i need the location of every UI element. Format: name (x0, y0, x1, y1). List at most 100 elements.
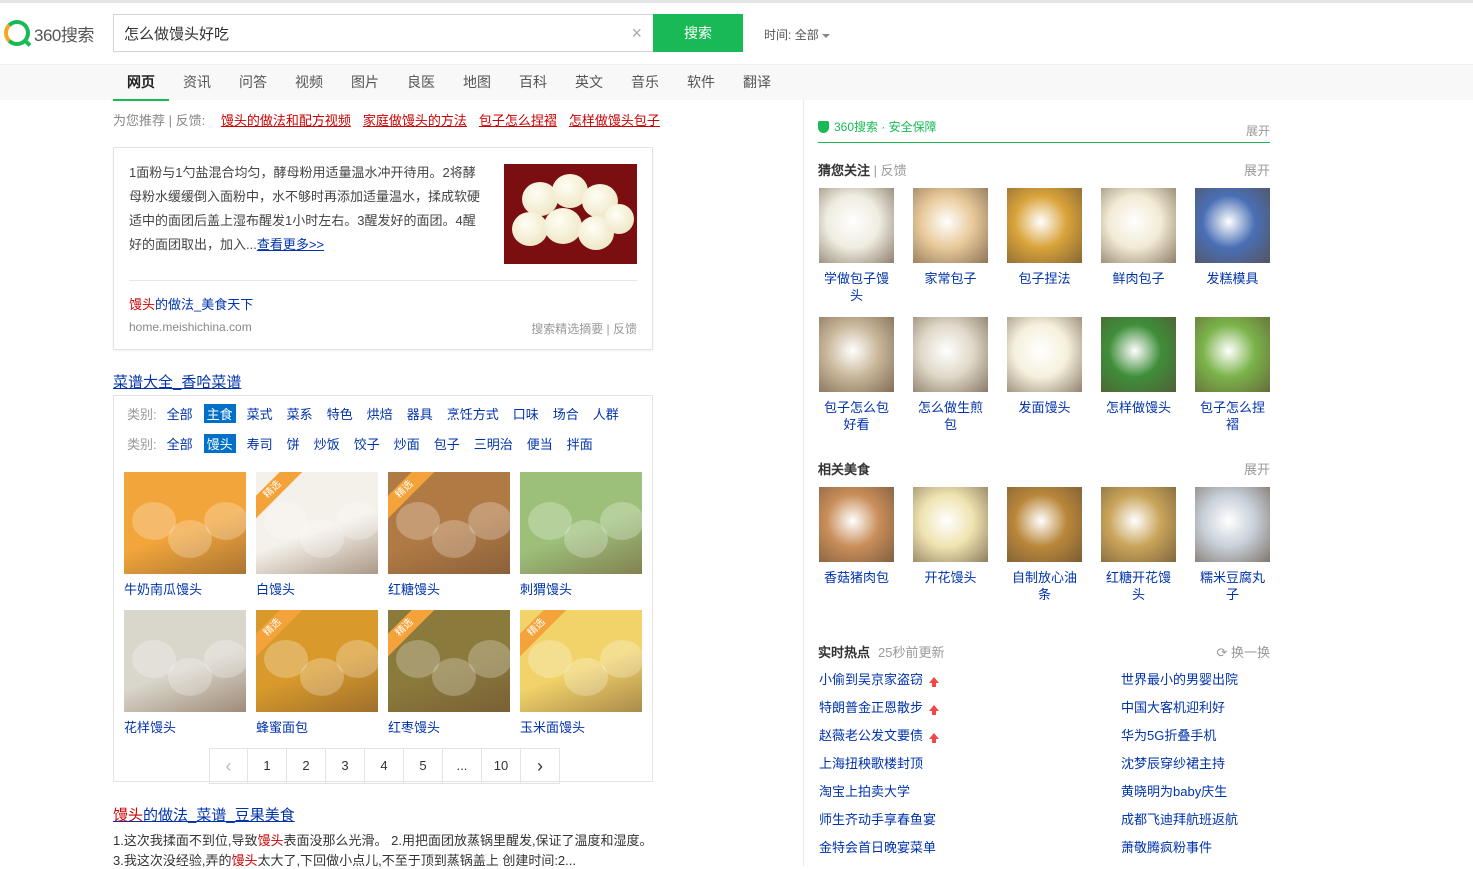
sidebar-tile[interactable]: 学做包子馒头 (819, 188, 894, 304)
category-option[interactable]: 器具 (404, 404, 436, 423)
recipe-name[interactable]: 牛奶南瓜馒头 (124, 579, 246, 598)
recipe-name[interactable]: 蜂蜜面包 (256, 717, 378, 736)
sidebar-tile[interactable]: 发面馒头 (1007, 317, 1082, 416)
safety-expand[interactable]: 展开 (1246, 122, 1270, 139)
result-title-douguo[interactable]: 馒头的做法_菜谱_豆果美食 (113, 804, 295, 825)
search-input[interactable] (114, 15, 614, 51)
hot-item[interactable]: 特朗普金正恩散步 (819, 697, 940, 716)
hot-item[interactable]: 中国大客机迎利好 (1121, 697, 1225, 716)
category-option[interactable]: 寿司 (244, 434, 276, 453)
hot-item[interactable]: 小偷到吴京家盗窃 (819, 669, 940, 688)
sidebar-tile-label[interactable]: 发糕模具 (1195, 270, 1270, 287)
sidebar-image[interactable] (913, 188, 988, 263)
sidebar-image[interactable] (1007, 487, 1082, 562)
tab-8[interactable]: 英文 (561, 65, 617, 101)
hot-item[interactable]: 成都飞迪拜航班返航 (1121, 809, 1238, 828)
sidebar-image[interactable] (1007, 188, 1082, 263)
recipe-image[interactable] (124, 610, 246, 712)
category-option[interactable]: 饼 (284, 434, 303, 453)
next-page-icon[interactable]: › (521, 748, 560, 784)
page-number[interactable]: 2 (287, 748, 326, 784)
recipe-tile[interactable]: 精选 白馒头 (256, 472, 378, 598)
category-option[interactable]: 全部 (164, 434, 196, 453)
sidebar-tile-label[interactable]: 自制放心油条 (1007, 569, 1082, 603)
hot-item[interactable]: 萧敬腾疯粉事件 (1121, 837, 1212, 856)
snippet-image[interactable] (504, 164, 637, 264)
category-option[interactable]: 菜式 (244, 404, 276, 423)
category-option[interactable]: 烹饪方式 (444, 404, 502, 423)
sidebar-image[interactable] (913, 487, 988, 562)
sidebar-tile[interactable]: 怎样做馒头 (1101, 317, 1176, 416)
sidebar-tile[interactable]: 包子怎么捏褶 (1195, 317, 1270, 433)
recipe-name[interactable]: 白馒头 (256, 579, 378, 598)
hot-item[interactable]: 黄晓明为baby庆生 (1121, 781, 1227, 800)
recipe-image[interactable] (520, 472, 642, 574)
page-number[interactable]: 4 (365, 748, 404, 784)
tab-1[interactable]: 资讯 (169, 65, 225, 101)
tab-7[interactable]: 百科 (505, 65, 561, 101)
recipe-tile[interactable]: 花样馒头 (124, 610, 246, 736)
hot-item[interactable]: 沈梦辰穿纱裙主持 (1121, 753, 1225, 772)
related-expand[interactable]: 展开 (1244, 459, 1270, 478)
sidebar-tile-label[interactable]: 学做包子馒头 (819, 270, 894, 304)
recipe-image[interactable] (124, 472, 246, 574)
category-option[interactable]: 馒头 (203, 434, 236, 453)
tab-3[interactable]: 视频 (281, 65, 337, 101)
recipe-tile[interactable]: 精选 蜂蜜面包 (256, 610, 378, 736)
hot-item[interactable]: 师生齐动手享春鱼宴 (819, 809, 936, 828)
sidebar-tile[interactable]: 糯米豆腐丸子 (1195, 487, 1270, 603)
recipe-name[interactable]: 红枣馒头 (388, 717, 510, 736)
tab-4[interactable]: 图片 (337, 65, 393, 101)
sidebar-image[interactable] (913, 317, 988, 392)
sidebar-tile[interactable]: 包子怎么包好看 (819, 317, 894, 433)
sidebar-tile-label[interactable]: 糯米豆腐丸子 (1195, 569, 1270, 603)
sidebar-tile-label[interactable]: 包子怎么捏褶 (1195, 399, 1270, 433)
sidebar-tile[interactable]: 包子捏法 (1007, 188, 1082, 287)
hot-item[interactable]: 赵薇老公发文要债 (819, 725, 940, 744)
sidebar-tile[interactable]: 自制放心油条 (1007, 487, 1082, 603)
tab-11[interactable]: 翻译 (729, 65, 785, 101)
page-number[interactable]: 5 (404, 748, 443, 784)
prev-page-icon[interactable]: ‹ (209, 748, 248, 784)
sidebar-tile-label[interactable]: 包子捏法 (1007, 270, 1082, 287)
category-option[interactable]: 炒饭 (311, 434, 343, 453)
page-number[interactable]: 1 (248, 748, 287, 784)
recipe-image[interactable]: 精选 (256, 472, 378, 574)
category-option[interactable]: 口味 (510, 404, 542, 423)
suggest-feedback[interactable]: | 反馈: (169, 113, 206, 128)
sidebar-image[interactable] (1195, 188, 1270, 263)
page-number[interactable]: 3 (326, 748, 365, 784)
category-option[interactable]: 场合 (550, 404, 582, 423)
sidebar-tile-label[interactable]: 家常包子 (913, 270, 988, 287)
suggest-link[interactable]: 家庭做馒头的方法 (363, 113, 467, 128)
guess-expand[interactable]: 展开 (1244, 160, 1270, 179)
sidebar-tile-label[interactable]: 怎样做馒头 (1101, 399, 1176, 416)
recipe-tile[interactable]: 精选 红枣馒头 (388, 610, 510, 736)
page-number[interactable]: 10 (482, 748, 521, 784)
sidebar-image[interactable] (1195, 317, 1270, 392)
suggest-link[interactable]: 馒头的做法和配方视频 (221, 113, 351, 128)
sidebar-image[interactable] (1101, 317, 1176, 392)
hot-item[interactable]: 世界最小的男婴出院 (1121, 669, 1238, 688)
guess-feedback[interactable]: | 反馈 (874, 163, 907, 178)
suggest-link[interactable]: 包子怎么捏褶 (479, 113, 557, 128)
recipe-tile[interactable]: 刺猬馒头 (520, 472, 642, 598)
sidebar-tile-label[interactable]: 怎么做生煎包 (913, 399, 988, 433)
recipe-tile[interactable]: 精选 玉米面馒头 (520, 610, 642, 736)
category-option[interactable]: 特色 (324, 404, 356, 423)
recipe-tile[interactable]: 牛奶南瓜馒头 (124, 472, 246, 598)
sidebar-image[interactable] (819, 487, 894, 562)
clear-icon[interactable]: × (631, 23, 642, 44)
sidebar-tile-label[interactable]: 红糖开花馒头 (1101, 569, 1176, 603)
category-option[interactable]: 包子 (431, 434, 463, 453)
sidebar-image[interactable] (1101, 188, 1176, 263)
time-filter[interactable]: 时间: 全部 (764, 26, 830, 43)
sidebar-tile[interactable]: 开花馒头 (913, 487, 988, 586)
category-option[interactable]: 饺子 (351, 434, 383, 453)
category-option[interactable]: 全部 (164, 404, 196, 423)
suggest-link[interactable]: 怎样做馒头包子 (569, 113, 660, 128)
sidebar-image[interactable] (1007, 317, 1082, 392)
sidebar-tile[interactable]: 发糕模具 (1195, 188, 1270, 287)
category-option[interactable]: 炒面 (391, 434, 423, 453)
snippet-title[interactable]: 馒头的做法_美食天下 (129, 294, 253, 313)
